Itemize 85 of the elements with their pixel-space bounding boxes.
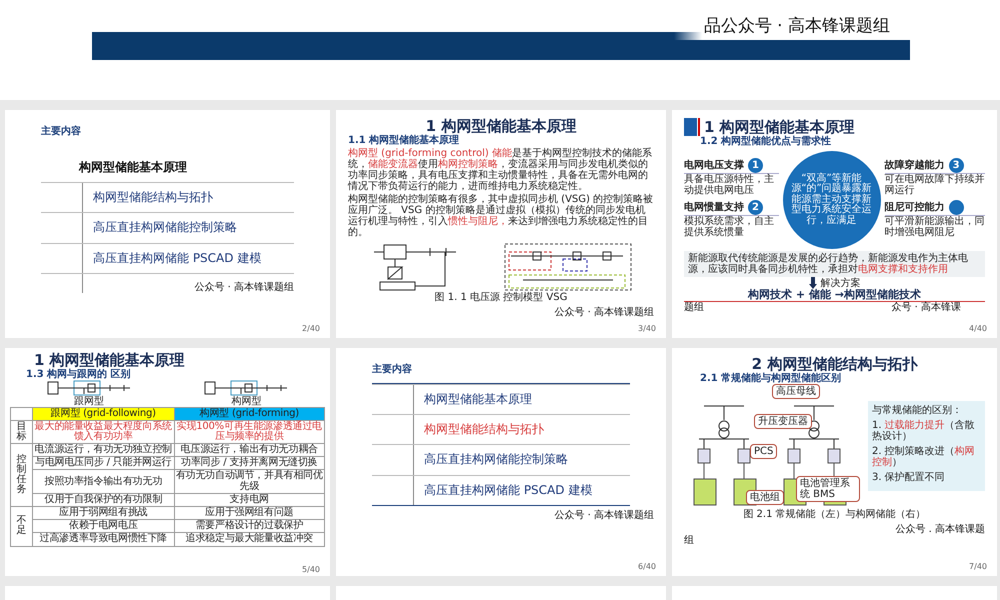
drawing-label: 跟网型 [74, 396, 104, 406]
table-cell: 按照功率指令输出有功无功 [32, 470, 174, 494]
point-description: 模拟系统需求，自主提供系统惯量 [684, 216, 775, 238]
table-cell: 应用于强网组有问题 [174, 506, 324, 520]
page-number: 2/40 [302, 325, 320, 334]
paragraph: 构网型 (grid-forming control) 储能是基于构网型控制技术的储能系统，储能变流器使用构网控制策略，变流器采用与同步发电机类似的功率同步策略，具有电压支撑和主动惯量特性，具备在无需外电网的情况下带负荷运行的能力，进而维持电力系统稳定性。 [348, 148, 653, 192]
slide-title: 主要内容 [41, 126, 82, 137]
footer-text: 题组 [684, 302, 704, 314]
point-label: 电网电压支撑 [684, 160, 744, 171]
page-number: 5/40 [302, 566, 320, 575]
figure-caption: 图 2.1 常规储能（左）与构网储能（右） [742, 508, 927, 520]
number-badge: 2 [748, 200, 763, 215]
table-cell: 支持电网 [174, 493, 324, 506]
table-cell: 功率同步 / 支持并离网无缝切换 [174, 456, 324, 470]
note-text: 2. 控制策略改进（构网控制） [872, 446, 976, 468]
callout-label: PCS [750, 444, 778, 458]
number-badge: 1 [748, 158, 763, 173]
callout-label: 升压变压器 [754, 414, 812, 428]
slide-title: 2 构网型储能结构与拓扑 [752, 356, 919, 372]
toc-item: 构网型储能结构与拓扑 [92, 189, 214, 206]
table-cell: 依赖于电网电压 [32, 520, 174, 533]
conclusion-text: 构网技术 + 储能 →构网型储能技术 [746, 289, 922, 302]
point-description: 具备电压源特性，主动提供电网电压 [684, 174, 775, 196]
table-cell: 有功无功自动调节，并具有相同优先级 [174, 470, 324, 494]
down-arrow-icon [808, 277, 816, 289]
solution-label: 解决方案 [820, 278, 860, 288]
table-cell: 过高渗透率导致电网惯性下降 [32, 532, 174, 546]
toc-item: 高压直挂构网储能 PSCAD 建模 [92, 250, 262, 267]
table-cell: 实现100%可再生能源渗透通过电压与频率的提供 [174, 420, 324, 444]
slide-title: 1 构网型储能基本原理 [426, 118, 578, 134]
page-number: 4/40 [969, 325, 987, 334]
summary-box: 新能源取代传统能源是发展的必行趋势，新能源发电作为主体电源，应该同时具备同步机特性，承担对电网支撑和支持作用 [684, 251, 985, 277]
point-label: 阻尼可控能力 [884, 202, 945, 213]
slide-title: 1 构网型储能基本原理 [34, 352, 186, 368]
footer-text: 公众号 · 高本锋课题组 [554, 510, 654, 521]
callout-label: 电池管理系统 BMS [796, 476, 860, 502]
toc-item: 高压直挂构网储能控制策略 [92, 219, 238, 236]
toc-item[interactable]: 构网型储能结构与拓扑 [414, 415, 554, 444]
number-badge [948, 200, 964, 215]
page-number: 6/40 [638, 563, 656, 572]
row-group-label: 目标 [10, 420, 32, 444]
row-group-label: 不足 [10, 506, 32, 546]
callout-label: 电池组 [746, 490, 784, 504]
number-badge: 3 [948, 158, 964, 173]
subtitle: 2.1 常规储能与构网型储能区别 [700, 372, 842, 384]
toc-item[interactable]: 高压直挂构网储能 PSCAD 建模 [414, 476, 602, 505]
note-text: 1. 过载能力提升（含散热设计） [872, 420, 976, 442]
row-group-label: 控制任务 [10, 444, 32, 506]
table-cell: 与电网电压同步 / 只能并网运行 [32, 456, 174, 470]
footer-text: 公众号 · 高本锋课题组 [194, 282, 294, 293]
table-cell: 追求稳定与最大能量收益冲突 [174, 532, 324, 546]
subtitle: 1.3 构网与跟网的 区别 [26, 368, 132, 380]
slide-title: 主要内容 [372, 364, 413, 375]
point-description: 可在电网故障下持续并网运行 [884, 174, 985, 196]
callout-label: 高压母线 [772, 384, 820, 398]
toc-item[interactable]: 构网型储能基本原理 [414, 385, 542, 414]
paragraph: 构网型储能的控制策略有很多，其中虚拟同步机 (VSG) 的控制策略被应用广泛。 VSG 的控制策略是通过虚拟（模拟）传统的同步发电机运行机理与特性，引入惯性与阻尼，来达到增强电力系统稳定性的目的。 [348, 194, 654, 238]
footer-text: 公众号 . 高本锋课题 [895, 524, 985, 534]
table-cell: 电流源运行，有功无功独立控制 [32, 444, 174, 457]
table-cell: 需要严格设计的过载保护 [174, 520, 324, 533]
footer-text: 组 [684, 534, 695, 546]
page-number: 3/40 [638, 325, 656, 334]
footer-text: 众号 · 高本锋课 [891, 302, 961, 314]
figure-caption: 图 1. 1 电压源 控制模型 VSG [434, 292, 568, 302]
table-cell: 电压源运行，输出有功无功耦合 [174, 444, 324, 457]
slide-title: 1 构网型储能基本原理 [704, 118, 855, 136]
table-cell: 仅用于自我保护的有功限制 [32, 493, 174, 506]
point-label: 故障穿越能力 [884, 160, 945, 171]
footer-text: 公众号 · 高本锋课题组 [554, 306, 654, 318]
subtitle: 1.2 构网型储能优点与需求性 [700, 136, 832, 147]
column-header: 构网型 (grid-forming) [174, 407, 324, 420]
page-number: 7/40 [969, 563, 987, 572]
table-cell: 应用于弱网组有挑战 [32, 506, 174, 520]
point-description: 可平滑新能源输出，同时增强电网阻尼 [884, 216, 985, 238]
drawing-label: 构网型 [231, 396, 262, 406]
toc-heading: 构网型储能基本原理 [78, 159, 188, 176]
toc-item[interactable]: 高压直挂构网储能控制策略 [414, 445, 578, 475]
note-text: 3. 保护配置不同 [872, 472, 946, 483]
square-logo-icon [684, 118, 700, 136]
center-circle: “双高”等新能源“的”问题暴露新能源需主动支撑新型电力系统安全运行，应满足 [782, 151, 881, 249]
column-header: 跟网型 (grid-following) [32, 407, 174, 420]
subtitle: 1.1 构网型储能基本原理 [348, 134, 460, 146]
point-label: 电网惯量支持 [684, 202, 744, 213]
table-cell: 最大的能量收益最大程度向系统馈入有功功率 [32, 420, 174, 444]
notes-title: 与常规储能的区别： [872, 405, 963, 416]
